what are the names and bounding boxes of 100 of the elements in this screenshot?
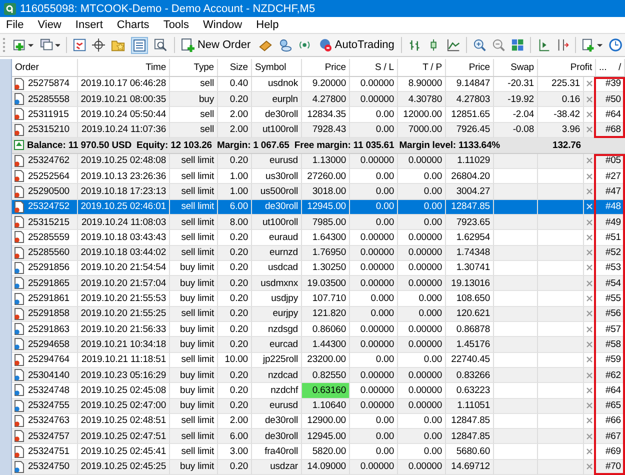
order-row[interactable]: 25324750 2019.10.25 02:45:25 buy limit 0.20 usdzar 14.09000 0.00000 0.00000 14.69712 #70 [12, 460, 625, 475]
column-header[interactable]: Price [446, 59, 494, 76]
price-cell: 1.10640 [302, 398, 350, 414]
menu-item[interactable]: File [6, 19, 24, 31]
close-icon[interactable] [586, 432, 593, 440]
column-header[interactable]: Symbol [252, 59, 302, 76]
symbol-cell: eurusd [252, 154, 302, 170]
take-profit-cell: 0.00000 [398, 368, 446, 384]
zoom-out-icon[interactable] [492, 38, 505, 52]
order-number: 25291858 [28, 308, 70, 320]
tile-windows-icon[interactable] [510, 38, 524, 52]
bar-chart-icon[interactable] [408, 38, 422, 52]
close-icon[interactable] [586, 448, 593, 456]
position-row[interactable]: 25315210 2019.10.24 11:07:36 sell 2.00 ut100roll 7928.43 0.00 7000.00 7926.45 -0.08 3.96 #68 [12, 122, 625, 138]
menu-item[interactable]: Tools [163, 19, 189, 31]
type-cell: sell limit [170, 154, 218, 170]
new-order-button[interactable]: New Order [180, 38, 252, 52]
clock-icon[interactable] [608, 38, 622, 52]
close-icon[interactable] [586, 126, 593, 134]
symbol-cell: usdzar [252, 460, 302, 475]
time-cell: 2019.10.20 21:55:25 [78, 306, 170, 322]
position-row[interactable]: 25285558 2019.10.21 08:00:35 buy 0.20 eurpln 4.27800 0.00000 4.30780 4.27803 -19.92 0.16 #50 [12, 92, 625, 108]
chart-shift-icon[interactable] [536, 38, 550, 52]
comment-cell: #62 [596, 368, 625, 384]
terminal-button[interactable] [131, 36, 148, 54]
crosshair-icon[interactable] [92, 38, 106, 52]
close-icon[interactable] [586, 280, 593, 287]
price-cell: 12945.00 [302, 429, 350, 444]
column-header[interactable]: Price [302, 59, 350, 76]
column-header[interactable]: Profit [538, 59, 596, 76]
close-icon[interactable] [586, 234, 593, 241]
order-row[interactable]: 25290500 2019.10.18 17:23:13 sell limit 1.00 us500roll 3018.00 0.00 0.00 3004.27 #47 [12, 184, 625, 200]
close-icon[interactable] [586, 80, 593, 88]
zoom-in-icon[interactable] [472, 38, 486, 52]
type-cell: sell limit [170, 246, 218, 261]
take-profit-cell: 0.00000 [398, 276, 446, 292]
price-cell: 7985.00 [302, 214, 350, 230]
add-indicator-icon[interactable] [582, 38, 603, 52]
order-row[interactable]: 25324762 2019.10.25 02:48:08 sell limit 0.20 eurusd 1.13000 0.00000 0.00000 1.11029 #05 [12, 154, 625, 170]
column-header[interactable]: S / L [350, 59, 398, 76]
price-cell: 0.63160 [302, 383, 350, 399]
order-row[interactable]: 25324752 2019.10.25 02:46:01 sell limit 6.00 de30roll 12945.00 0.00 0.00 12847.85 #48 [12, 200, 625, 215]
type-cell: sell limit [170, 214, 218, 230]
close-icon[interactable] [586, 110, 593, 118]
magnifier-icon[interactable] [154, 38, 168, 52]
order-row[interactable]: 25315215 2019.10.24 11:08:03 sell limit 8.00 ut100roll 7985.00 0.00 0.00 7923.65 #49 [12, 214, 625, 230]
order-row[interactable]: 25324755 2019.10.25 02:47:00 buy limit 0.20 eurusd 1.10640 0.00000 0.00000 1.11051 #65 [12, 398, 625, 414]
close-icon[interactable] [586, 463, 593, 470]
menu-item[interactable]: Insert [75, 19, 103, 31]
close-icon[interactable] [586, 417, 593, 424]
current-price-cell: 0.83266 [446, 368, 494, 384]
close-icon[interactable] [586, 188, 593, 195]
order-number: 25285560 [28, 247, 70, 258]
stop-sign-icon [318, 38, 333, 52]
type-cell: sell limit [170, 429, 218, 444]
order-row[interactable]: 25304140 2019.10.23 05:16:29 buy limit 0.20 nzdcad 0.82550 0.00000 0.00000 0.83266 #62 [12, 368, 625, 384]
auto-scroll-icon[interactable] [556, 38, 570, 52]
folder-star-icon[interactable] [111, 38, 126, 52]
column-header[interactable]: Swap [494, 59, 538, 76]
symbol-cell: de30roll [252, 429, 302, 444]
profiles-icon[interactable] [40, 38, 60, 52]
order-number: 25324757 [28, 430, 70, 442]
auto-trading-button[interactable]: AutoTrading [316, 38, 396, 52]
column-header[interactable]: Order [12, 59, 78, 76]
close-icon[interactable] [586, 402, 593, 410]
current-price-cell: 1.45176 [446, 337, 494, 353]
new-chart-icon[interactable] [12, 38, 34, 52]
close-icon[interactable] [586, 157, 593, 164]
menu-item[interactable]: Help [256, 19, 279, 31]
menu-item[interactable]: Window [203, 19, 242, 31]
close-icon[interactable] [586, 340, 593, 348]
take-profit-cell: 0.00000 [398, 154, 446, 170]
menu-item[interactable]: Charts [116, 19, 150, 31]
close-icon[interactable] [586, 310, 593, 318]
stop-loss-cell: 0.00000 [350, 276, 398, 292]
order-row[interactable]: 25285560 2019.10.18 03:44:02 sell limit 0.20 eurnzd 1.76950 0.00000 0.00000 1.74348 #52 [12, 246, 625, 261]
close-icon[interactable] [586, 264, 593, 272]
close-icon[interactable] [586, 172, 593, 180]
menu-item[interactable]: View [38, 19, 62, 31]
close-icon[interactable] [586, 96, 593, 103]
order-row[interactable]: 25291865 2019.10.20 21:57:04 buy limit 0.20 usdmxnx 19.03500 0.00000 0.00000 19.13016 #54 [12, 276, 625, 292]
comment-cell: #67 [596, 429, 625, 444]
close-icon[interactable] [586, 386, 593, 394]
column-header[interactable]: T / P [398, 59, 446, 76]
close-icon[interactable] [586, 249, 593, 256]
time-cell: 2019.10.25 02:47:51 [78, 429, 170, 444]
stop-loss-cell: 0.00000 [350, 337, 398, 353]
order-row[interactable]: 25291858 2019.10.20 21:55:25 sell limit 0.20 eurjpy 121.820 0.000 0.000 120.621 #56 [12, 306, 625, 322]
close-icon[interactable] [586, 295, 593, 302]
close-icon[interactable] [586, 326, 593, 333]
line-chart-icon[interactable] [446, 38, 460, 52]
column-header[interactable]: Type [170, 59, 218, 76]
close-icon[interactable] [586, 218, 593, 226]
close-icon[interactable] [586, 356, 593, 364]
order-row[interactable]: 25324757 2019.10.25 02:47:51 sell limit 6.00 de30roll 12945.00 0.00 0.00 12847.85 #67 [12, 429, 625, 444]
column-header[interactable]: Time [78, 59, 170, 76]
order-row[interactable]: 25294658 2019.10.21 10:34:18 buy limit 0.20 eurcad 1.44300 0.00000 0.00000 1.45176 #58 [12, 337, 625, 353]
column-header[interactable]: Size [218, 59, 252, 76]
close-icon[interactable] [586, 372, 593, 379]
current-price-cell: 4.27803 [446, 92, 494, 108]
